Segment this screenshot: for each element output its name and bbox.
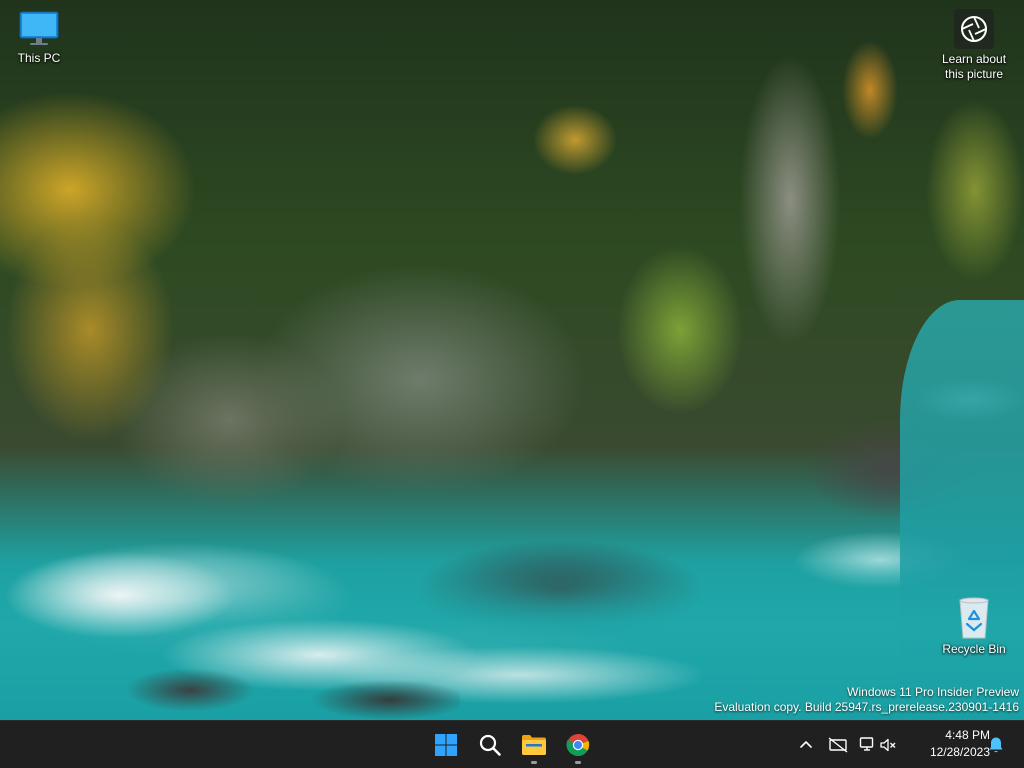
camera-aperture-icon <box>961 16 987 42</box>
desktop-wallpaper <box>0 0 1024 720</box>
search-button[interactable] <box>470 725 510 765</box>
chrome-icon <box>566 733 590 756</box>
network-status-button[interactable] <box>823 729 853 761</box>
folder-icon <box>522 735 546 755</box>
desktop-icon-recycle-bin[interactable]: Recycle Bin <box>936 596 1012 657</box>
notifications-button[interactable] <box>982 729 1010 761</box>
chrome-button[interactable] <box>558 725 598 765</box>
bell-icon <box>989 737 1003 753</box>
running-indicator <box>531 761 537 764</box>
desktop-icon-label: This PC <box>17 51 61 65</box>
show-hidden-icons-button[interactable] <box>791 729 821 761</box>
file-explorer-button[interactable] <box>514 725 554 765</box>
desktop-icon-label: Learn about this picture <box>941 52 1007 81</box>
volume-muted-icon <box>880 738 896 752</box>
clock-date: 12/28/2023 <box>929 745 990 759</box>
recycle-bin-icon <box>959 597 989 639</box>
monitor-icon <box>19 11 59 45</box>
chevron-up-icon <box>800 741 812 748</box>
taskbar: 4:48 PM 12/28/2023 <box>0 720 1024 768</box>
windows-watermark: Windows 11 Pro Insider Preview Evaluatio… <box>714 685 1019 715</box>
desktop-icon-learn-about-picture[interactable]: Learn about this picture <box>936 9 1012 82</box>
start-button[interactable] <box>426 725 466 765</box>
quick-settings-button[interactable] <box>855 729 901 761</box>
learn-icon-tile <box>954 9 994 49</box>
running-indicator <box>575 761 581 764</box>
wallpaper-rocks <box>90 650 460 720</box>
watermark-build: Evaluation copy. Build 25947.rs_prerelea… <box>714 700 1019 714</box>
taskbar-clock[interactable]: 4:48 PM 12/28/2023 <box>912 727 990 761</box>
network-icon <box>859 737 874 751</box>
watermark-edition: Windows 11 Pro Insider Preview <box>847 685 1019 699</box>
clock-time: 4:48 PM <box>945 728 990 742</box>
network-disconnected-icon <box>828 737 848 753</box>
windows-start-icon <box>435 734 457 756</box>
desktop-icon-this-pc[interactable]: This PC <box>1 9 77 66</box>
desktop-icon-label: Recycle Bin <box>942 642 1006 656</box>
search-icon <box>479 734 501 756</box>
